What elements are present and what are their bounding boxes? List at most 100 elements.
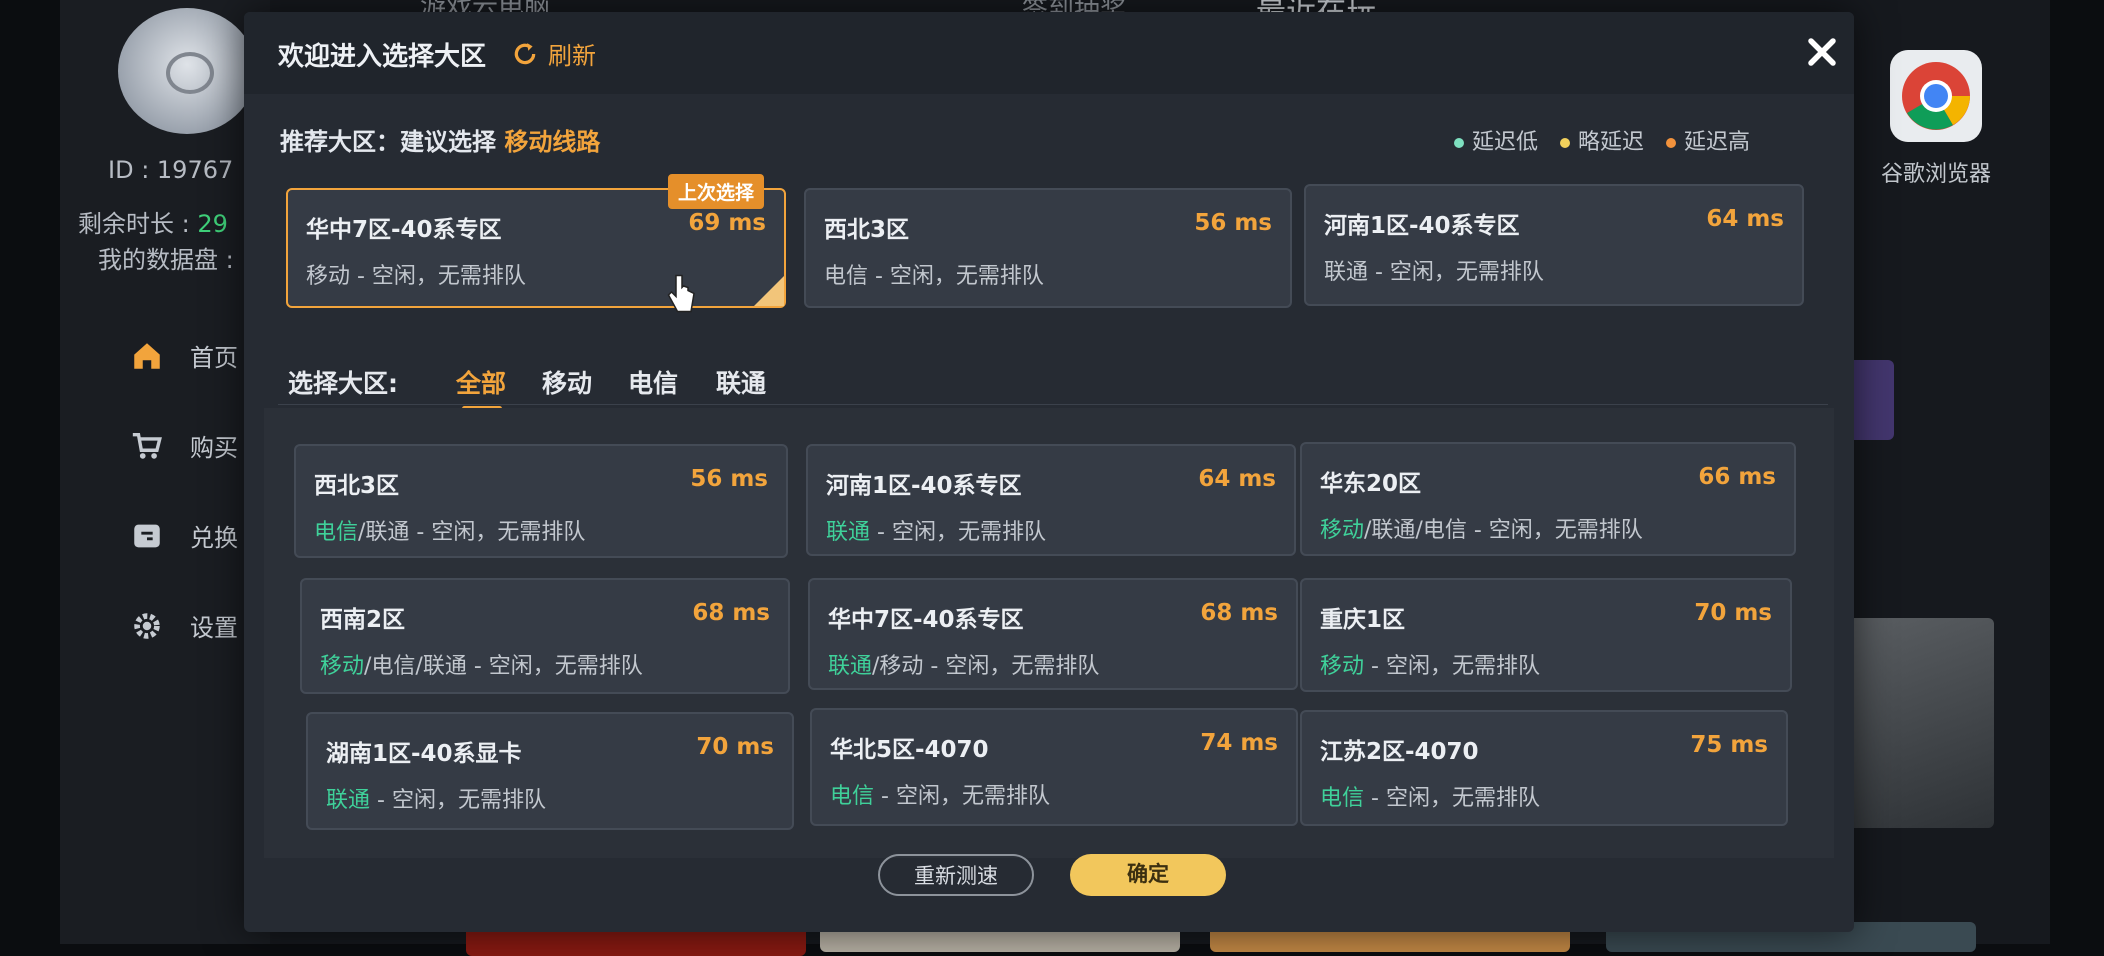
tab-telecom[interactable]: 电信: [628, 364, 678, 400]
background-sidebar: [60, 0, 270, 944]
region-name: 江苏2区-4070: [1320, 739, 1479, 765]
recommended-region-card[interactable]: 西北3区 56 ms 电信 - 空闲，无需排队: [804, 188, 1292, 308]
region-status: 电信/联通 - 空闲，无需排队: [314, 514, 585, 546]
user-id: ID : 19767: [108, 156, 234, 184]
legend-dot: [1454, 138, 1464, 148]
tab-all[interactable]: 全部: [456, 364, 506, 400]
legend-mid: 略延迟: [1560, 124, 1644, 156]
region-status-text: - 空闲，无需排队: [870, 520, 1046, 545]
region-card[interactable]: 湖南1区-40系显卡 70 ms 联通 - 空闲，无需排队: [306, 712, 794, 830]
region-latency: 68 ms: [692, 600, 770, 626]
recommend-label: 推荐大区：建议选择 移动线路: [280, 122, 600, 157]
nav-exchange-label: 兑换: [190, 524, 238, 552]
region-status-text: /移动 - 空闲，无需排队: [872, 654, 1100, 679]
region-primary-isp: 联通: [826, 520, 871, 545]
region-latency: 74 ms: [1200, 730, 1278, 756]
dialog-header: 欢迎进入选择大区 刷新: [244, 12, 1854, 94]
region-status: 联通 - 空闲，无需排队: [1324, 260, 1544, 285]
region-name: 河南1区-40系专区: [826, 473, 1022, 499]
latency-legend: 延迟低 略延迟 延迟高: [1454, 124, 1750, 156]
region-card[interactable]: 河南1区-40系专区 64 ms 联通 - 空闲，无需排队: [806, 444, 1296, 556]
region-status-text: - 空闲，无需排队: [1364, 654, 1540, 679]
region-latency: 75 ms: [1690, 732, 1768, 758]
cart-icon: [132, 432, 162, 459]
region-status-text: /联通 - 空闲，无需排队: [358, 520, 586, 545]
mouse-cursor-icon: [667, 274, 695, 313]
legend-low-label: 延迟低: [1472, 130, 1539, 155]
region-name: 华中7区-40系专区: [828, 607, 1024, 633]
home-icon: [134, 342, 160, 369]
refresh-label: 刷新: [548, 42, 596, 70]
chrome-label: 谷歌浏览器: [1880, 162, 1991, 187]
region-status: 联通 - 空闲，无需排队: [826, 514, 1046, 546]
recommended-region-card[interactable]: 河南1区-40系专区 64 ms 联通 - 空闲，无需排队: [1304, 184, 1804, 306]
region-latency: 69 ms: [688, 210, 766, 236]
region-name: 西南2区: [320, 607, 406, 633]
confirm-button[interactable]: 确定: [1070, 854, 1226, 896]
region-card[interactable]: 重庆1区 70 ms 移动 - 空闲，无需排队: [1300, 578, 1792, 692]
close-icon[interactable]: [1800, 30, 1844, 74]
region-name: 华中7区-40系专区: [306, 217, 502, 243]
legend-low: 延迟低: [1454, 124, 1538, 156]
nav-buy[interactable]: 购买: [130, 428, 238, 463]
region-primary-isp: 移动: [1320, 654, 1365, 679]
region-status-text: - 空闲，无需排队: [1364, 786, 1540, 811]
region-latency: 70 ms: [1694, 600, 1772, 626]
refresh-button[interactable]: 刷新: [512, 36, 596, 71]
region-primary-isp: 联通: [326, 788, 371, 813]
nav-settings-label: 设置: [190, 614, 238, 642]
remaining-time-label: 剩余时长 :: [78, 210, 198, 238]
region-name: 河南1区-40系专区: [1324, 213, 1520, 239]
region-primary-isp: 移动: [1320, 518, 1365, 543]
region-status: 联通/移动 - 空闲，无需排队: [828, 648, 1099, 680]
region-status: 移动 - 空闲，无需排队: [1320, 648, 1540, 680]
nav-home[interactable]: 首页: [130, 338, 238, 373]
region-status: 移动/联通/电信 - 空闲，无需排队: [1320, 512, 1643, 544]
remaining-time: 剩余时长 : 29: [78, 204, 228, 239]
remaining-time-value: 29: [197, 210, 228, 238]
region-card[interactable]: 西南2区 68 ms 移动/电信/联通 - 空闲，无需排队: [300, 578, 790, 694]
region-latency: 56 ms: [1194, 210, 1272, 236]
my-data-disk: 我的数据盘 :: [98, 246, 234, 274]
desktop-app-chrome[interactable]: 谷歌浏览器: [1866, 50, 2006, 188]
region-primary-isp: 电信: [1320, 786, 1365, 811]
divider: [278, 404, 1828, 405]
legend-high: 延迟高: [1666, 124, 1750, 156]
region-card[interactable]: 华中7区-40系专区 68 ms 联通/移动 - 空闲，无需排队: [808, 578, 1298, 690]
region-latency: 66 ms: [1698, 464, 1776, 490]
region-status: 电信 - 空闲，无需排队: [1320, 780, 1540, 812]
region-primary-isp: 联通: [828, 654, 873, 679]
refresh-icon: [514, 42, 536, 64]
region-card[interactable]: 江苏2区-4070 75 ms 电信 - 空闲，无需排队: [1300, 710, 1788, 826]
region-select-dialog: 欢迎进入选择大区 刷新 推荐大区：建议选择 移动线路 延迟低 略延迟 延迟高 上…: [244, 12, 1854, 932]
region-name: 华东20区: [1320, 471, 1422, 497]
region-status-text: /联通/电信 - 空闲，无需排队: [1364, 518, 1643, 543]
gear-icon: [134, 612, 160, 639]
region-card[interactable]: 华东20区 66 ms 移动/联通/电信 - 空闲，无需排队: [1300, 442, 1796, 556]
avatar[interactable]: [118, 8, 256, 134]
recommend-accent: 移动线路: [504, 128, 601, 156]
legend-high-label: 延迟高: [1684, 130, 1751, 155]
nav-buy-label: 购买: [190, 434, 238, 462]
region-latency: 56 ms: [690, 466, 768, 492]
region-name: 西北3区: [314, 473, 400, 499]
retest-speed-button[interactable]: 重新测速: [878, 854, 1034, 896]
region-primary-isp: 移动: [320, 654, 365, 679]
legend-dot: [1666, 138, 1677, 148]
region-latency: 64 ms: [1198, 466, 1276, 492]
game-thumbnail[interactable]: [1834, 618, 1994, 828]
region-card[interactable]: 西北3区 56 ms 电信/联通 - 空闲，无需排队: [294, 444, 788, 558]
region-status: 移动 - 空闲，无需排队: [306, 264, 526, 289]
select-region-label: 选择大区:: [288, 369, 398, 398]
region-latency: 70 ms: [696, 734, 774, 760]
region-card[interactable]: 华北5区-4070 74 ms 电信 - 空闲，无需排队: [810, 708, 1298, 826]
tab-mobile[interactable]: 移动: [542, 364, 592, 400]
region-status: 移动/电信/联通 - 空闲，无需排队: [320, 648, 643, 680]
tab-unicom[interactable]: 联通: [716, 364, 766, 400]
recommended-region-card[interactable]: 上次选择 华中7区-40系专区 69 ms 移动 - 空闲，无需排队: [286, 174, 786, 308]
legend-dot: [1560, 138, 1571, 148]
nav-exchange[interactable]: 兑换: [130, 518, 238, 553]
region-primary-isp: 电信: [830, 784, 875, 809]
region-status: 电信 - 空闲，无需排队: [830, 778, 1050, 810]
nav-settings[interactable]: 设置: [130, 608, 238, 643]
